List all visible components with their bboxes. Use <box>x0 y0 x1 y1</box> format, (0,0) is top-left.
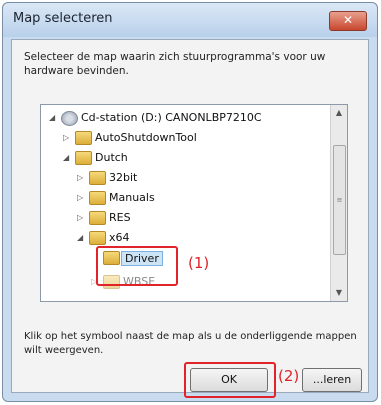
tree-item-label: Dutch <box>95 151 128 164</box>
folder-icon <box>75 131 92 145</box>
folder-icon <box>89 171 106 185</box>
callout-highlight-driver <box>96 246 178 286</box>
tree-item-res[interactable]: ▷ RES <box>41 209 327 229</box>
window-title: Map selecteren <box>13 11 113 26</box>
folder-icon <box>89 211 106 225</box>
tree-item-label: 32bit <box>109 171 138 184</box>
folder-icon <box>89 191 106 205</box>
expanded-arrow-icon[interactable]: ◢ <box>77 233 83 242</box>
expanded-arrow-icon[interactable]: ◢ <box>63 153 69 162</box>
collapsed-arrow-icon[interactable]: ▷ <box>77 173 83 182</box>
callout-highlight-ok <box>184 362 276 398</box>
hint-text: Klik op het symbool naast de map als u d… <box>24 331 357 356</box>
tree-item-32bit[interactable]: ▷ 32bit <box>41 169 327 189</box>
folder-icon <box>75 151 92 165</box>
collapsed-arrow-icon[interactable]: ▷ <box>63 133 69 142</box>
folder-icon <box>89 231 106 245</box>
callout-label-1: (1) <box>188 254 210 272</box>
tree-item-label: Cd-station (D:) CANONLBP7210C <box>81 111 262 124</box>
tree-item-autoshutdowntool[interactable]: ▷ AutoShutdownTool <box>41 129 327 149</box>
folder-tree[interactable]: ◢ Cd-station (D:) CANONLBP7210C ▷ AutoSh… <box>40 104 348 302</box>
scroll-down-arrow-icon[interactable]: ▼ <box>331 285 347 301</box>
tree-item-dutch[interactable]: ◢ Dutch <box>41 149 327 169</box>
tree-item-manuals[interactable]: ▷ Manuals <box>41 189 327 209</box>
tree-item-driver[interactable]: Driver <box>41 249 327 269</box>
title-bar[interactable]: Map selecteren ✕ <box>3 3 377 37</box>
collapsed-arrow-icon[interactable]: ▷ <box>77 193 83 202</box>
dialog-body: Selecteer de map waarin zich stuurprogra… <box>11 39 369 398</box>
callout-label-2: (2) <box>278 367 300 385</box>
cd-drive-icon <box>61 111 78 126</box>
tree-item-label: RES <box>109 211 131 224</box>
scroll-up-arrow-icon[interactable]: ▲ <box>331 105 347 121</box>
collapsed-arrow-icon[interactable]: ▷ <box>77 213 83 222</box>
scroll-thumb[interactable]: ≡ <box>333 145 346 255</box>
tree-item-label: Manuals <box>109 191 155 204</box>
cancel-button[interactable]: ...leren <box>302 368 362 392</box>
tree-item-wbse[interactable]: ▷ WBSE <box>41 273 327 293</box>
tree-item-x64[interactable]: ◢ x64 <box>41 229 327 249</box>
vertical-scrollbar[interactable]: ▲ ≡ ▼ <box>330 105 347 301</box>
map-selecteren-dialog: Map selecteren ✕ Selecteer de map waarin… <box>2 2 378 402</box>
tree-item-label: AutoShutdownTool <box>95 131 197 144</box>
instruction-text: Selecteer de map waarin zich stuurprogra… <box>24 51 326 77</box>
tree-item-cd-drive[interactable]: ◢ Cd-station (D:) CANONLBP7210C <box>41 109 327 129</box>
tree-item-label: x64 <box>109 231 130 244</box>
close-icon[interactable]: ✕ <box>329 11 367 31</box>
expanded-arrow-icon[interactable]: ◢ <box>49 113 55 122</box>
